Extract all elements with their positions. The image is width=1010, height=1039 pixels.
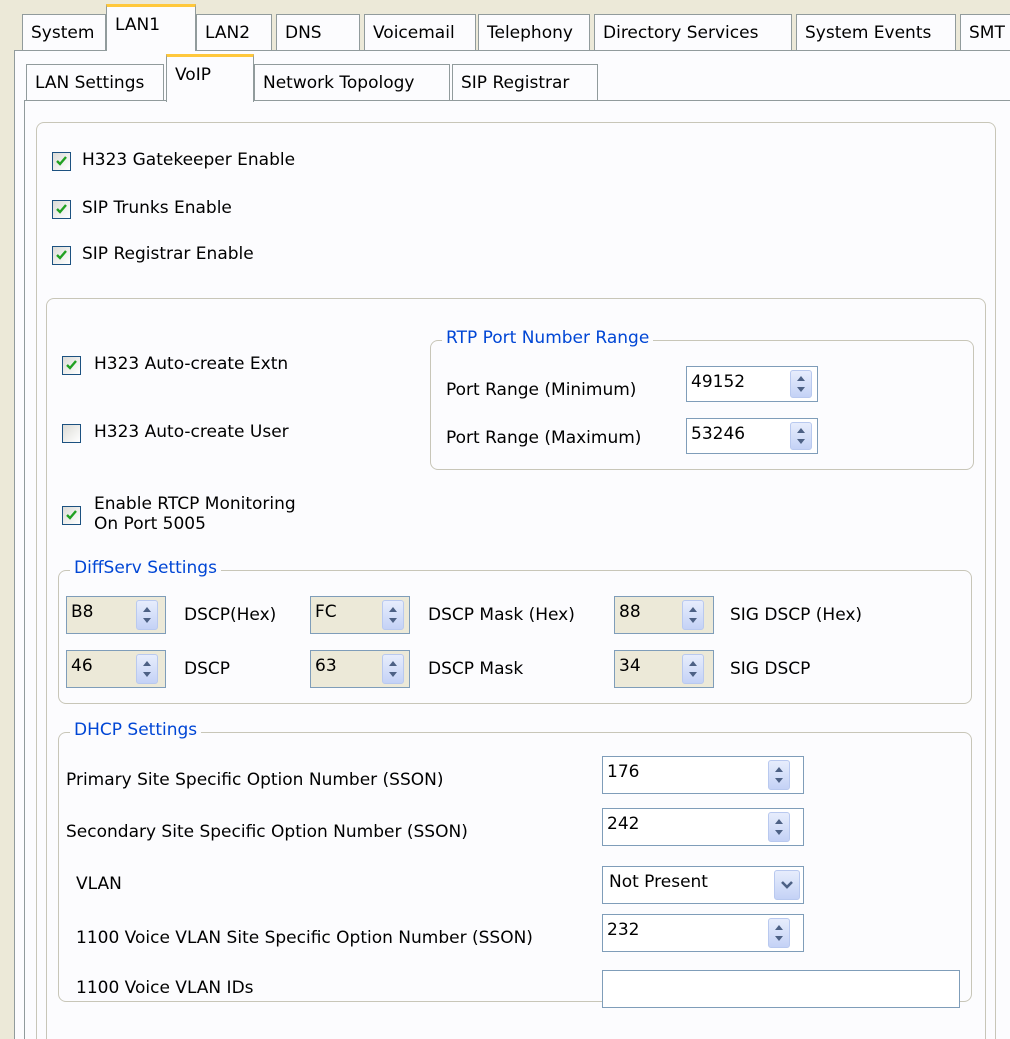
- sip-registrar-checkbox[interactable]: [52, 246, 71, 265]
- dscp-label: DSCP: [184, 659, 231, 679]
- spinner-arrows-icon: [689, 607, 697, 623]
- voice-vlan-sson-label: 1100 Voice VLAN Site Specific Option Num…: [76, 928, 533, 948]
- dscp-hex-label: DSCP(Hex): [184, 605, 277, 625]
- spinner-arrows-icon: [797, 376, 805, 392]
- sig-dscp-hex-label: SIG DSCP (Hex): [730, 605, 863, 625]
- sig-dscp-hex-spinner[interactable]: [682, 600, 704, 630]
- rtp-port-range-title: RTP Port Number Range: [442, 328, 654, 348]
- voip-content: H323 Gatekeeper Enable SIP Trunks Enable…: [0, 0, 1010, 1039]
- dscp-spinner[interactable]: [136, 654, 158, 684]
- spinner-arrows-icon: [389, 661, 397, 677]
- primary-sson-label: Primary Site Specific Option Number (SSO…: [66, 770, 444, 790]
- vlan-label: VLAN: [76, 874, 122, 894]
- h323-auto-create-user-label: H323 Auto-create User: [94, 422, 289, 442]
- sip-trunks-label: SIP Trunks Enable: [82, 198, 232, 218]
- rtcp-monitoring-checkbox[interactable]: [62, 506, 81, 525]
- spinner-arrows-icon: [689, 661, 697, 677]
- dscp-hex-spinner[interactable]: [136, 600, 158, 630]
- spinner-arrows-icon: [775, 767, 783, 783]
- port-range-min-spinner[interactable]: [790, 370, 812, 398]
- voice-vlan-ids-input[interactable]: [602, 970, 960, 1008]
- sip-trunks-checkbox[interactable]: [52, 200, 71, 219]
- h323-auto-create-extn-label: H323 Auto-create Extn: [94, 354, 289, 374]
- voice-vlan-ids-label: 1100 Voice VLAN IDs: [76, 978, 254, 998]
- secondary-sson-label: Secondary Site Specific Option Number (S…: [66, 822, 468, 842]
- h323-gatekeeper-label: H323 Gatekeeper Enable: [82, 150, 296, 170]
- vlan-dropdown-button[interactable]: [774, 870, 800, 900]
- h323-auto-create-extn-checkbox[interactable]: [62, 356, 81, 375]
- h323-auto-create-user-checkbox[interactable]: [62, 424, 81, 443]
- rtcp-monitoring-label-line1: Enable RTCP Monitoring: [94, 494, 296, 514]
- sig-dscp-label: SIG DSCP: [730, 659, 811, 679]
- voice-vlan-sson-spinner[interactable]: [768, 918, 790, 948]
- sig-dscp-spinner[interactable]: [682, 654, 704, 684]
- checkmark-icon: [56, 250, 67, 260]
- dscp-mask-spinner[interactable]: [382, 654, 404, 684]
- checkmark-icon: [66, 360, 77, 370]
- primary-sson-spinner[interactable]: [768, 760, 790, 790]
- chevron-down-icon: [781, 881, 793, 889]
- diffserv-settings-group: [58, 570, 972, 704]
- dscp-mask-hex-label: DSCP Mask (Hex): [428, 605, 575, 625]
- diffserv-settings-title: DiffServ Settings: [70, 558, 221, 578]
- dhcp-settings-title: DHCP Settings: [70, 720, 202, 740]
- spinner-arrows-icon: [775, 925, 783, 941]
- spinner-arrows-icon: [797, 428, 805, 444]
- port-range-max-label: Port Range (Maximum): [446, 428, 642, 448]
- checkmark-icon: [56, 204, 67, 214]
- h323-gatekeeper-checkbox[interactable]: [52, 152, 71, 171]
- checkmark-icon: [56, 156, 67, 166]
- secondary-sson-spinner[interactable]: [768, 812, 790, 842]
- port-range-max-spinner[interactable]: [790, 422, 812, 450]
- rtcp-monitoring-label-line2: On Port 5005: [94, 514, 206, 534]
- dscp-mask-hex-spinner[interactable]: [382, 600, 404, 630]
- port-range-min-label: Port Range (Minimum): [446, 380, 637, 400]
- spinner-arrows-icon: [143, 607, 151, 623]
- spinner-arrows-icon: [775, 819, 783, 835]
- dscp-mask-label: DSCP Mask: [428, 659, 524, 679]
- spinner-arrows-icon: [143, 661, 151, 677]
- spinner-arrows-icon: [389, 607, 397, 623]
- checkmark-icon: [66, 510, 77, 520]
- sip-registrar-label: SIP Registrar Enable: [82, 244, 254, 264]
